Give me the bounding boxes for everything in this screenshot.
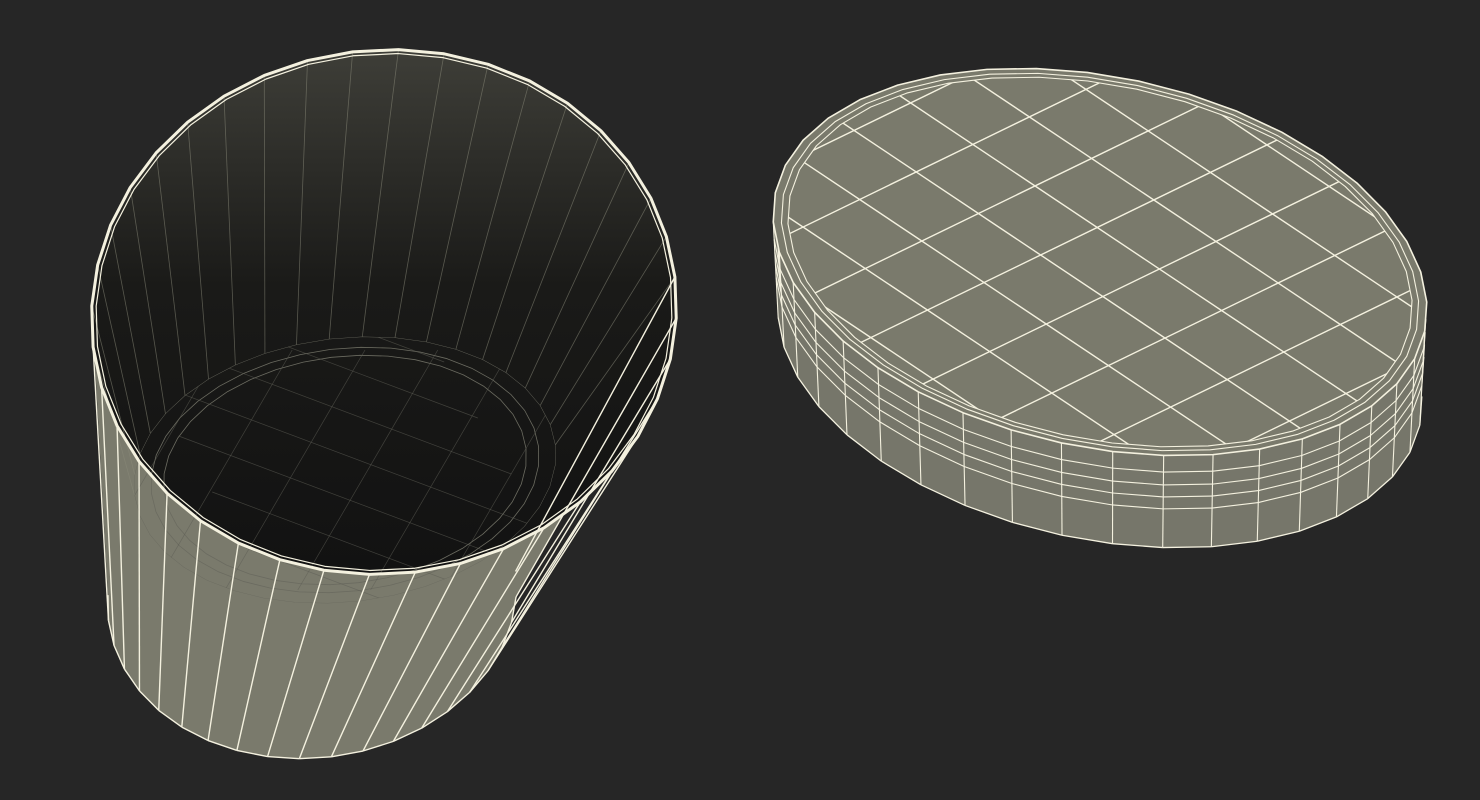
lid-side-edge	[1060, 442, 1063, 536]
cup-bottom-edge	[107, 595, 110, 621]
wireframe-viewport	[90, 48, 1428, 760]
disc-lid-model	[772, 67, 1428, 549]
cylinder-cup-model	[90, 48, 678, 760]
lid-bottom-edge	[1162, 546, 1212, 549]
